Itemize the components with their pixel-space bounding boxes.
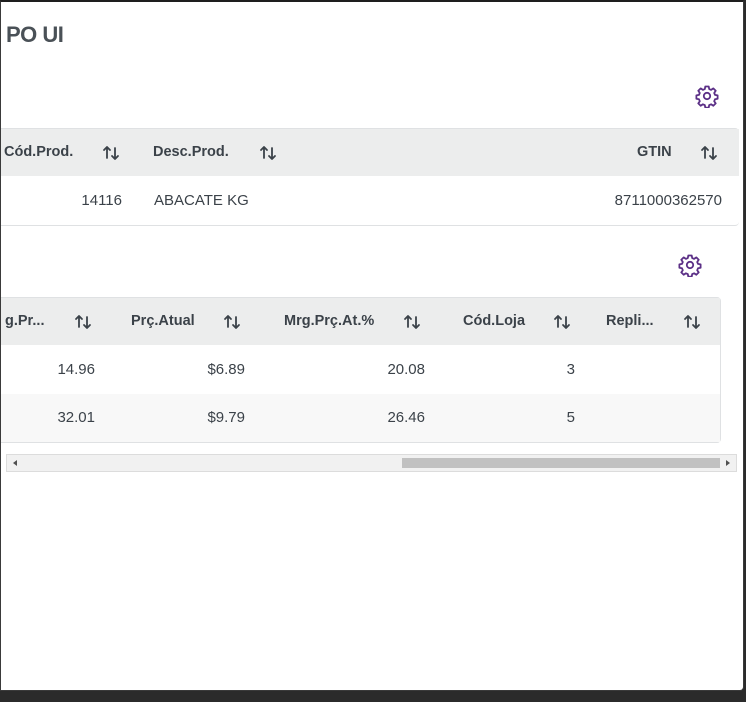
cell-cod-prod: 14116	[81, 192, 122, 209]
page-title: PO UI	[6, 22, 64, 47]
store-price-table: g.Pr... Prç.Atual Mrg.Prç.At.% Cód.Loja …	[1, 297, 721, 443]
cell-prc-atual: $6.89	[207, 361, 245, 378]
horizontal-scrollbar[interactable]	[6, 454, 737, 472]
sort-arrows-icon[interactable]	[101, 143, 121, 163]
cell-gtin: 8711000362570	[614, 192, 722, 209]
sort-arrows-icon[interactable]	[552, 312, 572, 332]
sort-arrows-icon[interactable]	[699, 143, 719, 163]
cell-desc-prod: ABACATE KG	[154, 192, 249, 209]
scrollbar-thumb[interactable]	[402, 458, 720, 468]
col-header-cod-loja: Cód.Loja	[463, 313, 526, 329]
cell-mrg-prc-at: 26.46	[387, 409, 425, 426]
col-header-cod-prod: Cód.Prod.	[4, 144, 74, 160]
col-header-mrg-pr: g.Pr...	[5, 313, 45, 329]
cell-cod-loja: 3	[566, 361, 575, 378]
scroll-right-arrow-icon[interactable]	[720, 455, 736, 471]
sort-arrows-icon[interactable]	[73, 312, 93, 332]
scroll-left-arrow-icon[interactable]	[7, 455, 23, 471]
cell-prc-atual: $9.79	[207, 409, 245, 426]
table-header: g.Pr... Prç.Atual Mrg.Prç.At.% Cód.Loja …	[1, 298, 720, 345]
sort-arrows-icon[interactable]	[682, 312, 702, 332]
cell-mrg-pr: 32.01	[57, 409, 95, 426]
cell-mrg-pr: 14.96	[57, 361, 95, 378]
table-row[interactable]: 14116 ABACATE KG 8711000362570	[1, 177, 739, 225]
sort-arrows-icon[interactable]	[222, 312, 242, 332]
settings-gear-icon-table1[interactable]	[695, 84, 719, 108]
table-row[interactable]: 32.01 $9.79 26.46 5	[1, 394, 720, 442]
col-header-gtin: GTIN	[637, 144, 672, 160]
table-row[interactable]: 14.96 $6.89 20.08 3	[1, 346, 720, 394]
settings-gear-icon-table2[interactable]	[678, 253, 702, 277]
cell-cod-loja: 5	[566, 409, 575, 426]
sort-arrows-icon[interactable]	[402, 312, 422, 332]
cell-mrg-prc-at: 20.08	[387, 361, 425, 378]
table-header: Cód.Prod. Desc.Prod. GTIN	[1, 129, 739, 176]
app-window: PO UI Cód.Prod. Desc.Prod. GTIN 14116 AB…	[0, 0, 744, 691]
col-header-prc-atual: Prç.Atual	[131, 313, 195, 329]
product-table: Cód.Prod. Desc.Prod. GTIN 14116 ABACATE …	[1, 128, 739, 226]
col-header-mrg-prc-at: Mrg.Prç.At.%	[284, 313, 375, 329]
col-header-repli: Repli...	[606, 313, 654, 329]
col-header-desc-prod: Desc.Prod.	[153, 144, 229, 160]
sort-arrows-icon[interactable]	[258, 143, 278, 163]
